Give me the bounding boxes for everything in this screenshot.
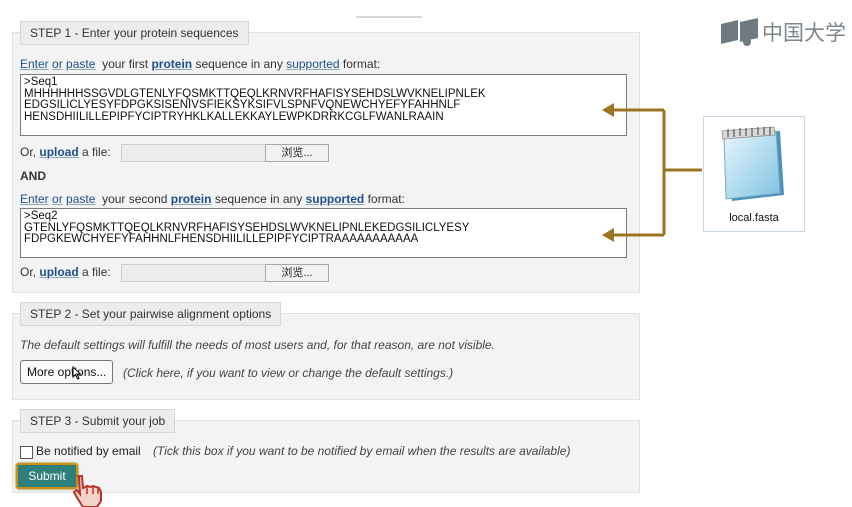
- enter-link[interactable]: Enter: [20, 192, 49, 206]
- hand-pointer-icon: [72, 475, 102, 507]
- text-fragment: format:: [342, 57, 381, 71]
- sequence1-textarea[interactable]: >Seq1 MHHHHHHSSGVDLGTENLYFQSMKTTQEQLKRNV…: [20, 74, 627, 136]
- browse2-button[interactable]: 浏览...: [265, 264, 329, 282]
- watermark-text: 中国大学: [762, 22, 846, 45]
- enter-link[interactable]: Enter: [20, 57, 49, 71]
- or-text: Or,: [20, 265, 37, 279]
- text-fragment: sequence in any: [195, 57, 283, 71]
- or-text: Or,: [20, 145, 37, 159]
- notepad-file-icon: [721, 126, 784, 201]
- mooc-logo-icon: [721, 18, 758, 46]
- notify-hint: (Tick this box if you want to be notifie…: [153, 444, 571, 458]
- text-fragment: your first: [102, 57, 149, 71]
- seq1-instructions: Enter or paste your first protein sequen…: [20, 57, 380, 71]
- file1-input[interactable]: [121, 144, 268, 162]
- upload1-row: Or, upload a file:: [20, 145, 111, 159]
- sequence2-textarea[interactable]: >Seq2 GTENLYFQSMKTTQEQLKRNVRFHAFISYSEHDS…: [20, 208, 627, 258]
- connector-arrows: [602, 103, 702, 242]
- paste-link[interactable]: paste: [66, 57, 95, 71]
- step1-title: STEP 1 - Enter your protein sequences: [20, 21, 249, 45]
- step2-title: STEP 2 - Set your pairwise alignment opt…: [20, 302, 282, 326]
- top-divider: [356, 16, 422, 18]
- file2-input[interactable]: [121, 264, 268, 282]
- upload2-row: Or, upload a file:: [20, 265, 111, 279]
- more-options-hint: (Click here, if you want to view or chan…: [123, 366, 454, 380]
- protein-link[interactable]: protein: [151, 57, 192, 71]
- local-fasta-file[interactable]: local.fasta: [703, 116, 805, 232]
- text-fragment: format:: [367, 192, 405, 206]
- step3-title: STEP 3 - Submit your job: [20, 409, 176, 433]
- more-options-button[interactable]: More options...: [20, 360, 114, 384]
- file-name-label: local.fasta: [729, 212, 779, 224]
- browse1-button[interactable]: 浏览...: [265, 144, 329, 162]
- notify-text: Be notified by email: [36, 444, 141, 458]
- or-link[interactable]: or: [52, 57, 63, 71]
- and-label: AND: [20, 169, 46, 183]
- step2-note: The default settings will fulfill the ne…: [20, 338, 495, 352]
- a-file-text: a file:: [82, 265, 111, 279]
- arrow-left-icon: [602, 228, 614, 242]
- upload2-link[interactable]: upload: [39, 265, 78, 279]
- seq2-instructions: Enter or paste your second protein seque…: [20, 192, 405, 206]
- supported-link[interactable]: supported: [306, 192, 365, 206]
- a-file-text: a file:: [82, 145, 111, 159]
- text-fragment: your second: [102, 192, 168, 206]
- submit-button[interactable]: Submit: [16, 463, 78, 489]
- supported-link[interactable]: supported: [286, 57, 339, 71]
- paste-link[interactable]: paste: [66, 192, 95, 206]
- notify-label: Be notified by email: [36, 444, 141, 458]
- or-link[interactable]: or: [52, 192, 63, 206]
- step1-panel: STEP 1 - Enter your protein sequences En…: [12, 21, 640, 293]
- mouse-cursor-icon: [72, 366, 82, 380]
- protein-link[interactable]: protein: [171, 192, 212, 206]
- step2-panel: STEP 2 - Set your pairwise alignment opt…: [12, 302, 640, 400]
- text-fragment: sequence in any: [214, 192, 303, 206]
- arrow-left-icon: [602, 103, 614, 117]
- notify-email-checkbox[interactable]: [20, 446, 33, 459]
- upload1-link[interactable]: upload: [39, 145, 78, 159]
- corner-patch: [802, 472, 852, 507]
